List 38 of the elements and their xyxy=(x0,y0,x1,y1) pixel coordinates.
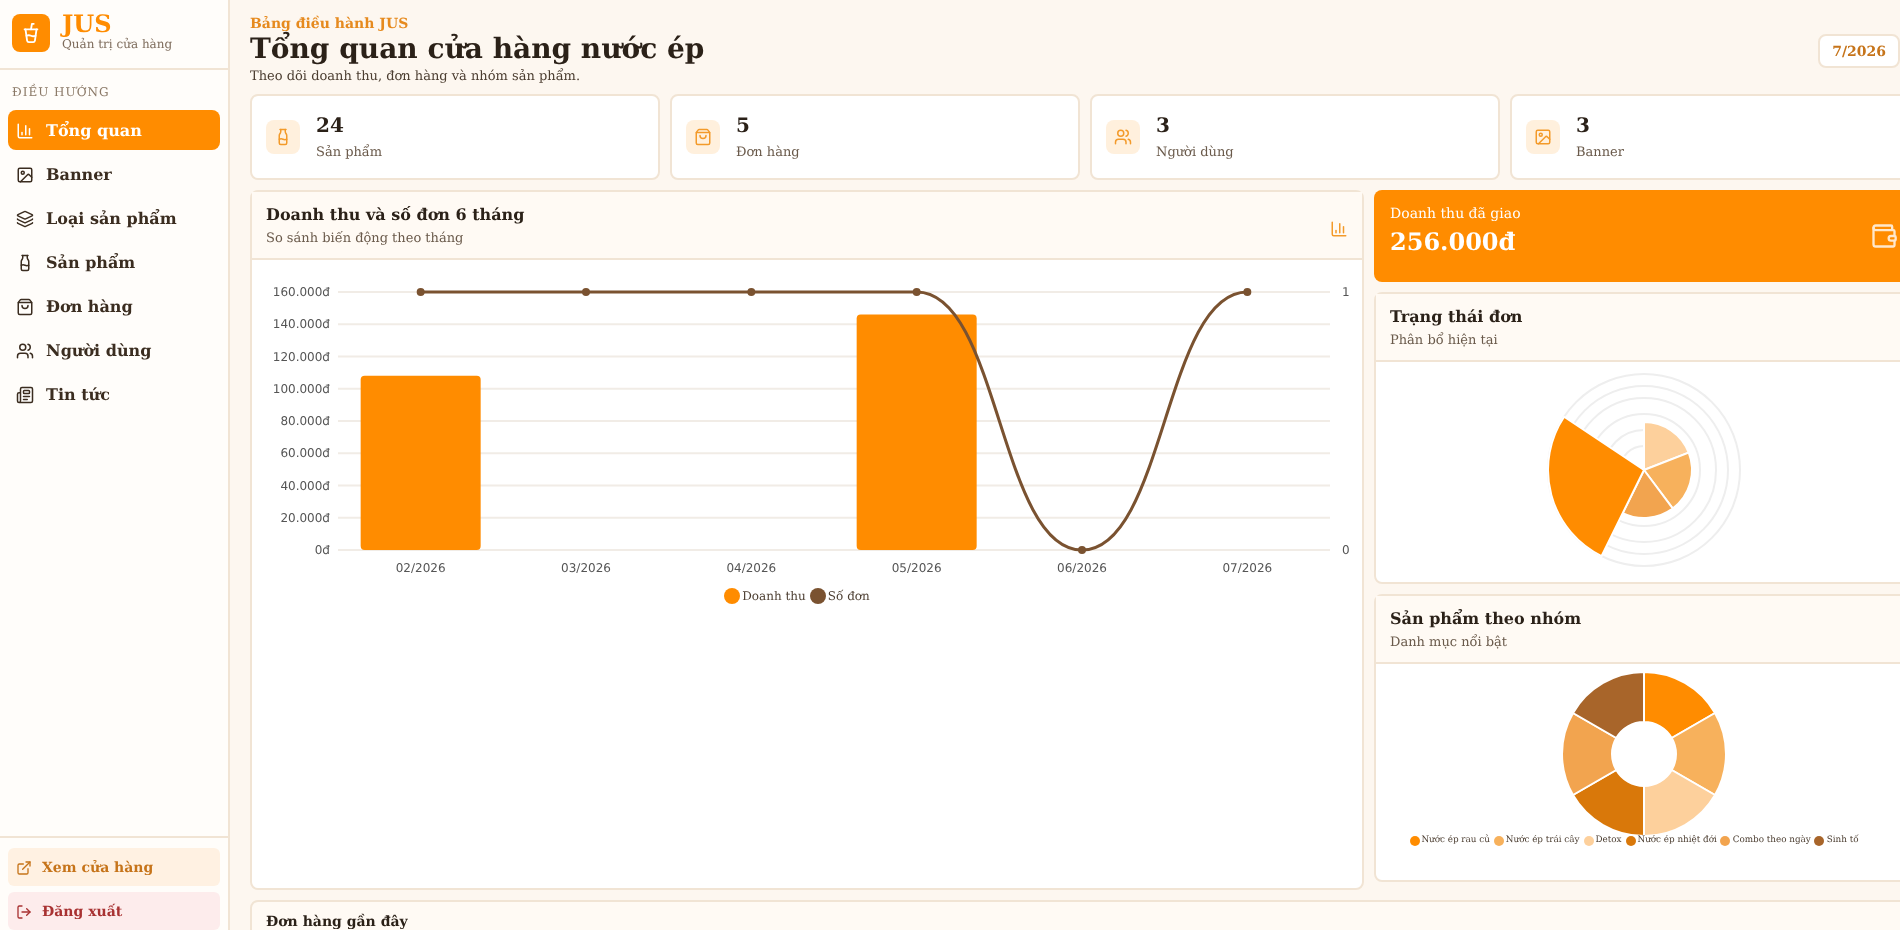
stat-icon xyxy=(266,120,300,154)
stat-value: 5 xyxy=(736,115,752,137)
wallet-icon xyxy=(1870,222,1898,250)
revenue-value: 256.000đ xyxy=(1390,228,1518,256)
nav-item[interactable]: Đơn hàng xyxy=(8,286,220,326)
nav-icon xyxy=(16,121,34,139)
stat-value: 3 xyxy=(1156,115,1172,137)
chart-point xyxy=(1243,288,1252,296)
nav-icon xyxy=(16,209,34,227)
chart-point xyxy=(912,288,921,296)
nav-item[interactable]: Sản phẩm xyxy=(8,242,220,282)
page-title: Tổng quan cửa hàng nước ép xyxy=(250,34,705,66)
external-link-icon xyxy=(16,859,32,875)
brand-name: JUS xyxy=(62,12,114,38)
card-title: Sản phẩm theo nhóm xyxy=(1390,608,1582,628)
card-title: Doanh thu và số đơn 6 tháng xyxy=(266,204,525,224)
stat-icon xyxy=(686,120,720,154)
chart-point xyxy=(582,288,590,296)
stat-value: 24 xyxy=(316,115,346,137)
nav-icon xyxy=(16,341,34,359)
nav-item[interactable]: Người dùng xyxy=(8,330,220,370)
nav-item[interactable]: Banner xyxy=(8,154,220,194)
chart-point xyxy=(1078,546,1086,554)
nav-icon xyxy=(16,385,34,403)
nav-item[interactable]: Tin tức xyxy=(8,374,220,414)
stat-icon xyxy=(1526,120,1560,154)
nav-item[interactable]: Loại sản phẩm xyxy=(8,198,220,238)
brand-logo-icon xyxy=(12,13,50,51)
stat-value: 3 xyxy=(1576,115,1592,137)
nav-icon xyxy=(16,165,34,183)
card-title: Trạng thái đơn xyxy=(1390,306,1523,326)
logout-icon xyxy=(16,903,32,919)
nav-icon xyxy=(16,297,34,315)
chart-icon xyxy=(1330,220,1348,238)
nav-icon xyxy=(16,253,34,271)
stat-icon xyxy=(1106,120,1140,154)
chart-point xyxy=(747,288,756,296)
chart-point xyxy=(416,288,425,296)
